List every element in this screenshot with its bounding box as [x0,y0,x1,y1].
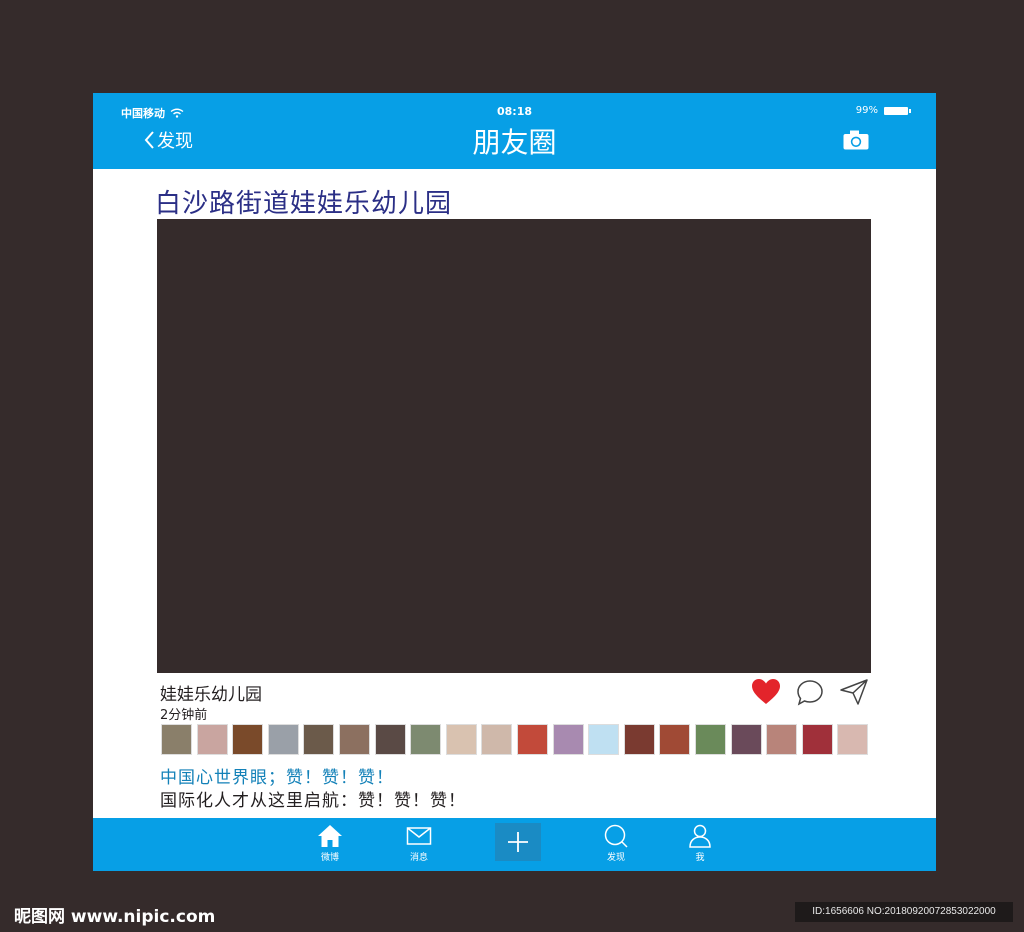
avatar[interactable] [196,724,228,755]
tab-home[interactable]: 微博 [305,824,355,863]
avatar[interactable] [445,724,477,755]
tab-discover[interactable]: 发现 [591,824,641,863]
tab-messages[interactable]: 消息 [394,824,444,863]
app-frame: 中国移动 08:18 99% 发现 朋友圈 白沙路街道娃娃乐幼儿园 娃娃乐幼儿园… [93,93,936,871]
avatar[interactable] [481,724,513,755]
camera-icon[interactable] [842,129,870,151]
avatar[interactable] [232,724,264,755]
tab-home-label: 微博 [320,853,339,863]
status-battery: 99% [855,105,911,116]
avatar[interactable] [588,724,620,755]
avatar[interactable] [410,724,442,755]
compose-button[interactable] [495,823,541,861]
avatar[interactable] [623,724,655,755]
avatar[interactable] [694,724,726,755]
tab-messages-label: 消息 [409,853,428,863]
tab-bar: 微博 消息 发现 我 [93,818,936,871]
avatar[interactable] [338,724,370,755]
user-icon [689,824,711,848]
search-icon [604,824,628,848]
status-time: 08:18 [496,105,532,118]
avatar[interactable] [267,724,299,755]
avatar[interactable] [837,724,869,755]
battery-label: 99% [855,105,878,116]
post-time: 2分钟前 [160,708,208,723]
post-author[interactable]: 娃娃乐幼儿园 [160,680,262,705]
watermark-id: ID:1656606 NO:20180920072853022000 [795,902,1013,922]
post-actions [751,678,869,706]
avatar[interactable] [659,724,691,755]
tab-me[interactable]: 我 [675,824,725,863]
home-icon [318,825,342,847]
comment-line-1: 中国心世界眼；赞！赞！赞！ [160,768,394,788]
heart-icon[interactable] [751,678,781,706]
tab-discover-label: 发现 [606,853,625,863]
post-photo-placeholder[interactable] [157,219,871,673]
avatar[interactable] [161,724,192,755]
battery-icon [884,106,911,115]
plus-icon [508,832,528,852]
comment-line-2: 国际化人才从这里启航：赞！赞！赞！ [160,791,466,811]
comment-icon[interactable] [795,678,825,706]
avatar[interactable] [766,724,798,755]
avatar[interactable] [303,724,335,755]
tab-me-label: 我 [695,853,705,863]
avatar[interactable] [374,724,406,755]
top-bar: 中国移动 08:18 99% 发现 朋友圈 [93,93,936,169]
post-heading: 白沙路街道娃娃乐幼儿园 [155,189,453,219]
share-icon[interactable] [839,678,869,706]
page-title: 朋友圈 [472,126,557,159]
avatar[interactable] [801,724,833,755]
watermark-site: 昵图网 www.nipic.com [14,907,216,927]
avatar[interactable] [552,724,584,755]
liker-avatars [161,724,869,755]
avatar[interactable] [730,724,762,755]
mail-icon [406,827,432,845]
avatar[interactable] [516,724,548,755]
